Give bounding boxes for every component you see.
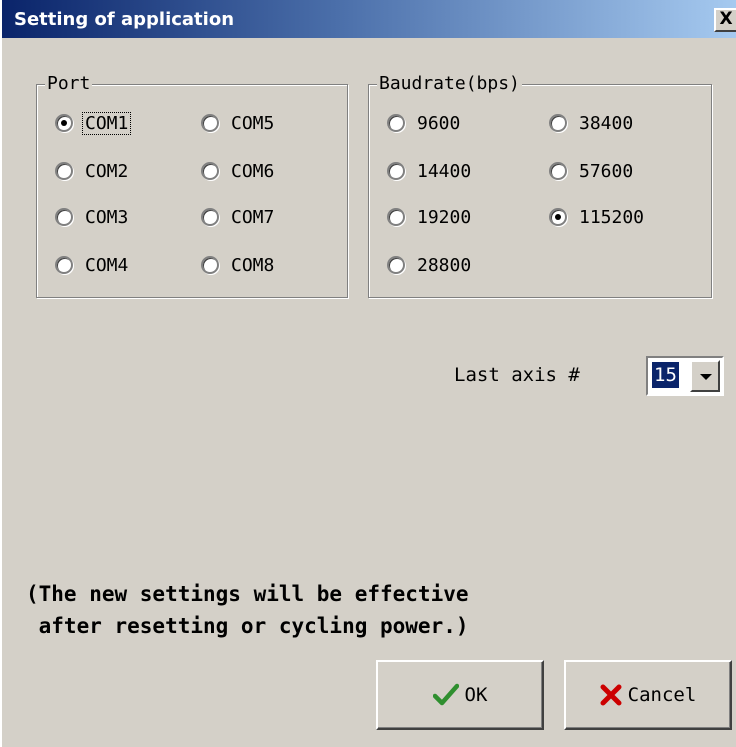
baudrate-group: Baudrate(bps) 9600 14400 19200 28800 384… (368, 73, 712, 298)
radio-label: 38400 (579, 112, 634, 134)
radio-label: COM6 (231, 160, 275, 182)
last-axis-value: 15 (652, 362, 679, 388)
notice-line-1: (The new settings will be effective (26, 582, 469, 606)
dropdown-arrow-icon[interactable] (690, 360, 720, 392)
radio-label: COM8 (231, 254, 275, 276)
radio-com1[interactable]: COM1 (55, 109, 132, 137)
radio-button[interactable] (201, 256, 219, 274)
title-bar[interactable]: Setting of application X (2, 0, 736, 38)
radio-baud-9600[interactable]: 9600 (387, 109, 460, 137)
port-group: Port COM1 COM2 COM3 COM4 COM5 COM6 COM7 (36, 73, 348, 298)
radio-label: COM2 (85, 160, 129, 182)
radio-baud-115200[interactable]: 115200 (549, 203, 644, 231)
radio-button[interactable] (201, 208, 219, 226)
checkmark-icon (432, 683, 459, 707)
radio-button-selected[interactable] (55, 114, 73, 132)
ok-label: OK (464, 684, 488, 706)
radio-com8[interactable]: COM8 (201, 251, 274, 279)
notice-line-2: after resetting or cycling power.) (26, 614, 469, 638)
radio-button[interactable] (387, 256, 405, 274)
radio-button[interactable] (387, 208, 405, 226)
radio-baud-28800[interactable]: 28800 (387, 251, 471, 279)
last-axis-label: Last axis # (454, 364, 580, 386)
radio-button[interactable] (201, 162, 219, 180)
radio-label: 28800 (417, 254, 472, 276)
radio-button[interactable] (387, 162, 405, 180)
radio-com5[interactable]: COM5 (201, 109, 274, 137)
last-axis-select[interactable]: 15 (646, 356, 724, 396)
radio-button[interactable] (55, 162, 73, 180)
radio-label: COM5 (231, 112, 275, 134)
radio-baud-14400[interactable]: 14400 (387, 157, 471, 185)
radio-label: COM4 (85, 254, 129, 276)
ok-button[interactable]: OK (376, 660, 544, 730)
radio-baud-19200[interactable]: 19200 (387, 203, 471, 231)
radio-label: COM3 (85, 206, 129, 228)
radio-button-selected[interactable] (549, 208, 567, 226)
radio-label: 115200 (579, 206, 645, 228)
radio-com3[interactable]: COM3 (55, 203, 128, 231)
radio-com2[interactable]: COM2 (55, 157, 128, 185)
radio-button[interactable] (55, 208, 73, 226)
radio-baud-38400[interactable]: 38400 (549, 109, 633, 137)
window-title: Setting of application (14, 9, 235, 30)
radio-com4[interactable]: COM4 (55, 251, 128, 279)
radio-com6[interactable]: COM6 (201, 157, 274, 185)
x-mark-icon (600, 684, 622, 706)
close-button[interactable]: X (714, 8, 736, 32)
restart-notice: (The new settings will be effective afte… (26, 578, 469, 642)
radio-label: 14400 (417, 160, 472, 182)
settings-dialog: Setting of application X Port COM1 COM2 … (0, 0, 736, 747)
radio-button[interactable] (549, 114, 567, 132)
radio-label: 57600 (579, 160, 634, 182)
radio-label: COM7 (231, 206, 275, 228)
radio-baud-57600[interactable]: 57600 (549, 157, 633, 185)
cancel-label: Cancel (627, 684, 697, 706)
port-legend: Port (45, 73, 93, 95)
radio-button[interactable] (55, 256, 73, 274)
radio-button[interactable] (549, 162, 567, 180)
close-icon: X (719, 9, 733, 29)
radio-label: 9600 (417, 112, 461, 134)
cancel-button[interactable]: Cancel (564, 660, 732, 730)
radio-label: COM1 (82, 111, 132, 135)
radio-com7[interactable]: COM7 (201, 203, 274, 231)
radio-button[interactable] (387, 114, 405, 132)
baudrate-legend: Baudrate(bps) (377, 73, 522, 95)
radio-button[interactable] (201, 114, 219, 132)
radio-label: 19200 (417, 206, 472, 228)
